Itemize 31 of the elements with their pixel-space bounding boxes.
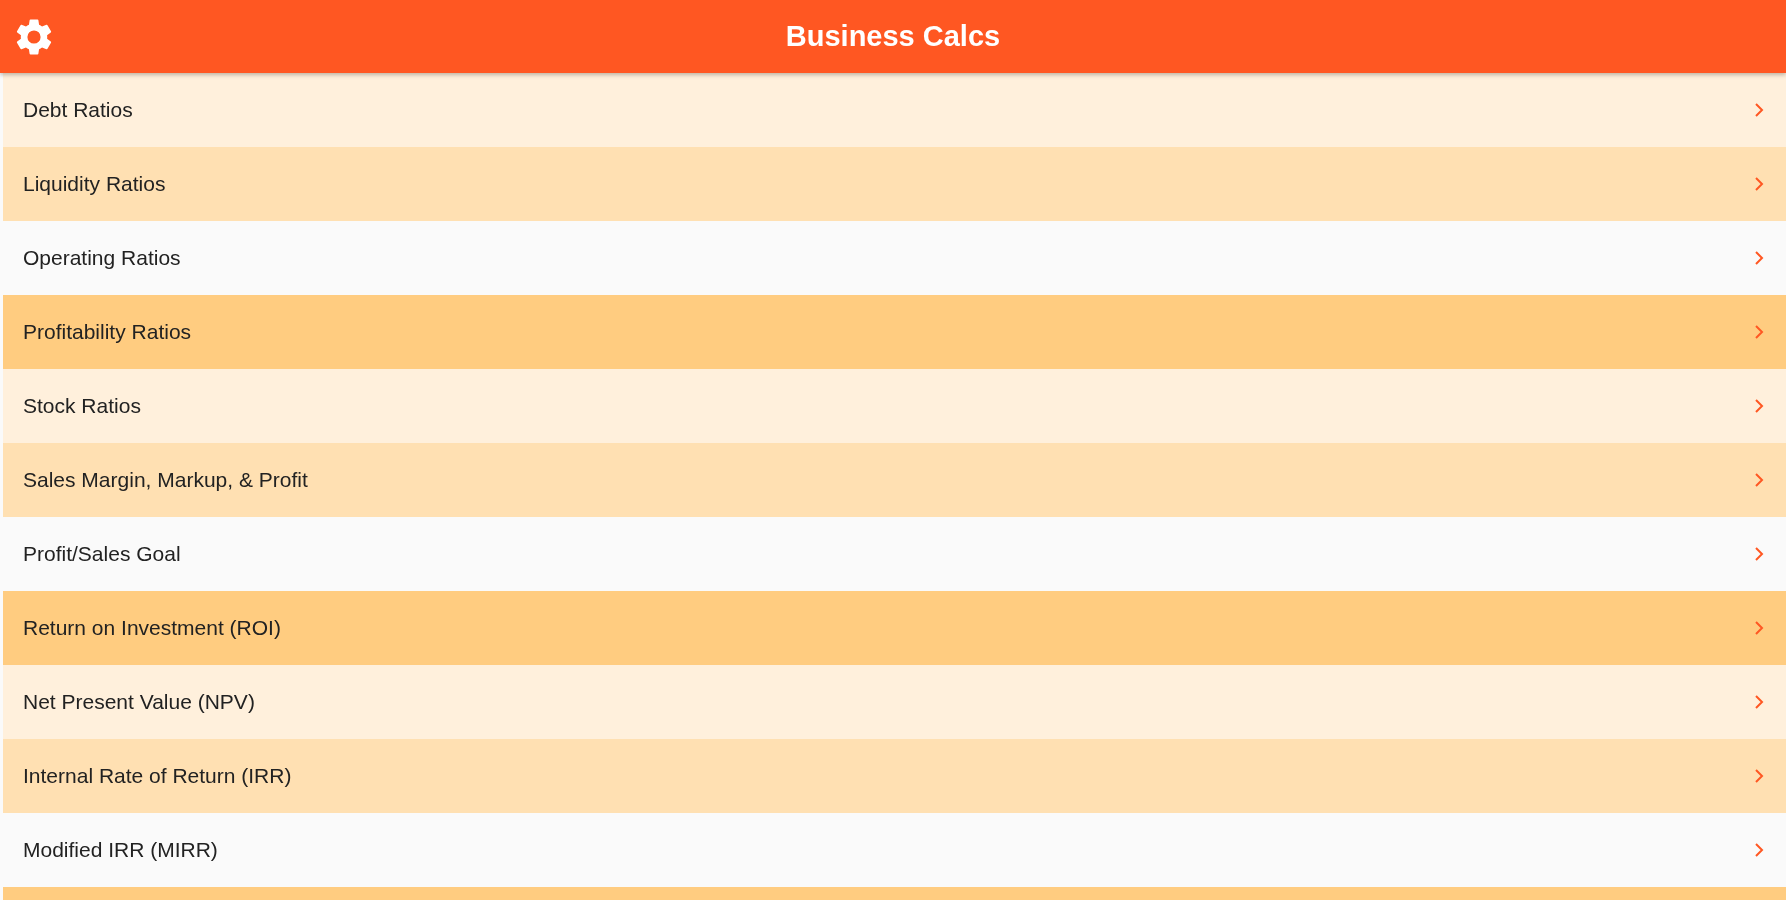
item-label: Modified IRR (MIRR): [23, 838, 218, 862]
chevron-icon: [1754, 103, 1764, 117]
item-label: Stock Ratios: [23, 394, 141, 418]
item-label: Liquidity Ratios: [23, 172, 166, 196]
item-label: Operating Ratios: [23, 246, 181, 270]
chevron-icon: [1754, 399, 1764, 413]
list-item[interactable]: Debt Ratios: [3, 73, 1786, 147]
list-item[interactable]: Stock Ratios: [3, 369, 1786, 443]
item-label: Return on Investment (ROI): [23, 616, 281, 640]
list-item[interactable]: Sales Margin, Markup, & Profit: [3, 443, 1786, 517]
chevron-icon: [1754, 769, 1764, 783]
chevron-icon: [1754, 621, 1764, 635]
chevron-icon: [1754, 695, 1764, 709]
list-item[interactable]: Net Present Value (NPV): [3, 665, 1786, 739]
item-label: Internal Rate of Return (IRR): [23, 764, 292, 788]
list-item[interactable]: Return on Investment (ROI): [3, 591, 1786, 665]
chevron-icon: [1754, 547, 1764, 561]
app-title: Business Calcs: [785, 20, 1001, 53]
chevron-icon: [1754, 177, 1764, 191]
list-item[interactable]: Internal Rate of Return (IRR): [3, 739, 1786, 813]
list-item[interactable]: Profitability Ratios: [3, 295, 1786, 369]
chevron-icon: [1754, 473, 1764, 487]
item-label: Profit/Sales Goal: [23, 542, 181, 566]
item-label: Net Present Value (NPV): [23, 690, 255, 714]
chevron-icon: [1754, 251, 1764, 265]
item-label: Sales Margin, Markup, & Profit: [23, 468, 308, 492]
item-label: Profitability Ratios: [23, 320, 192, 344]
chevron-icon: [1754, 843, 1764, 857]
list-item[interactable]: Liquidity Ratios: [3, 147, 1786, 221]
item-label: Debt Ratios: [23, 98, 133, 122]
chevron-icon: [1754, 325, 1764, 339]
